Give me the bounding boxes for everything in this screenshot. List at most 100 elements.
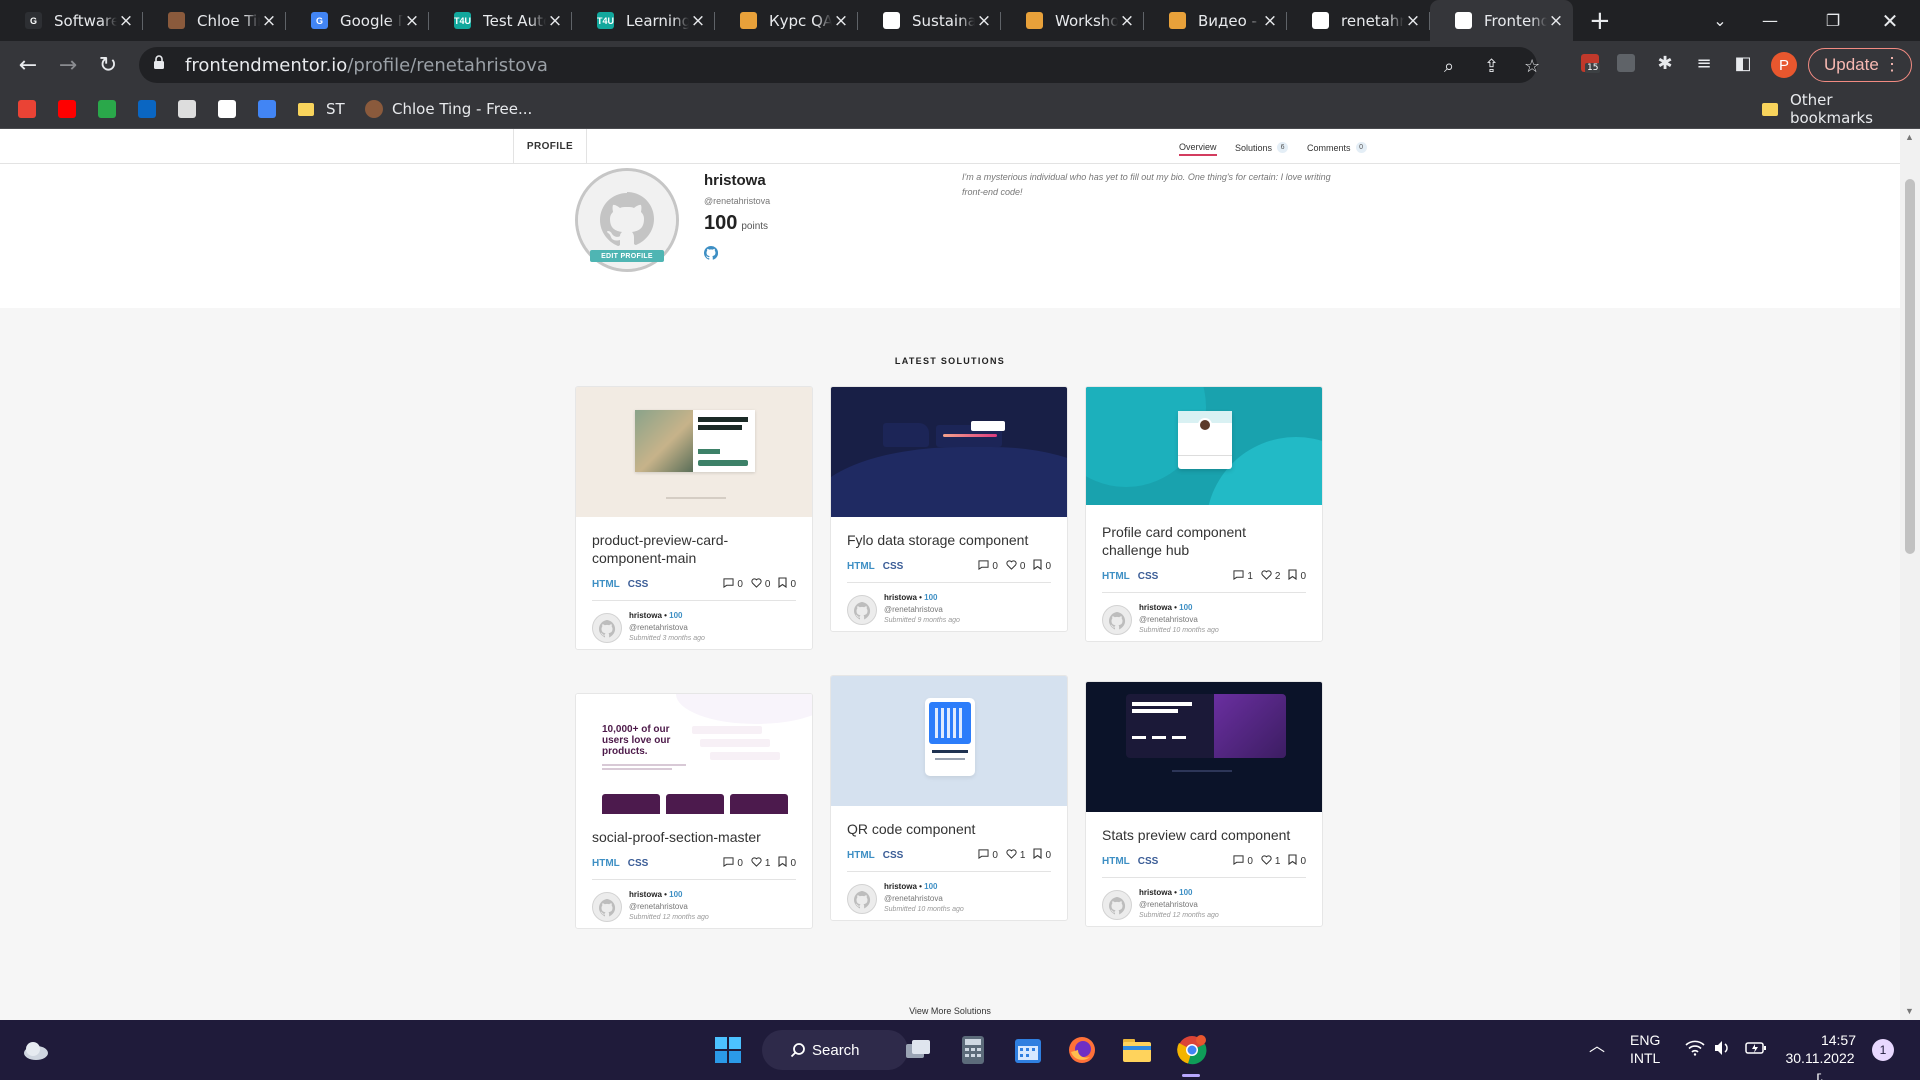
bookmark-item[interactable] (258, 97, 285, 121)
solution-card[interactable]: product-preview-card-component-main HTML C… (575, 386, 813, 650)
wifi-icon[interactable] (1685, 1040, 1705, 1060)
tab-close-icon[interactable]: × (1404, 11, 1422, 31)
tab-close-icon[interactable]: × (117, 11, 135, 31)
browser-tab[interactable]: renetahri × (1287, 0, 1430, 41)
page-scrollbar[interactable]: ▲ ▼ (1900, 129, 1920, 1020)
ublock-extension-icon[interactable]: 15 (1578, 51, 1602, 75)
likes-stat[interactable]: 1 (1261, 854, 1280, 868)
solution-screenshot[interactable] (1086, 387, 1322, 505)
browser-tab[interactable]: Sustainab× (858, 0, 1001, 41)
solution-screenshot[interactable] (576, 387, 812, 517)
zoom-icon[interactable]: ⌕ (1444, 56, 1454, 77)
scroll-up-icon[interactable]: ▲ (1905, 132, 1914, 142)
file-explorer-icon[interactable] (1121, 1034, 1153, 1066)
browser-tab[interactable]: Frontend × (1430, 0, 1573, 41)
new-tab-button[interactable]: + (1589, 6, 1611, 36)
window-close-icon[interactable]: ✕ (1860, 0, 1920, 41)
bookmark-item[interactable] (58, 97, 85, 121)
share-icon[interactable]: ⇪ (1484, 56, 1499, 77)
bookmark-item[interactable]: Chloe Ting - Free... (365, 97, 532, 121)
tab-close-icon[interactable]: × (546, 11, 564, 31)
bookmarks-stat[interactable]: 0 (1288, 569, 1306, 583)
solution-author[interactable]: hristowa • 100 @renetahristova Submitted 1… (576, 880, 812, 928)
likes-stat[interactable]: 0 (1006, 559, 1025, 573)
browser-tab[interactable]: Видео - 2× (1144, 0, 1287, 41)
tab-close-icon[interactable]: × (832, 11, 850, 31)
volume-icon[interactable] (1713, 1040, 1731, 1060)
tab-close-icon[interactable]: × (1118, 11, 1136, 31)
update-button[interactable]: Update ⋮ (1808, 48, 1912, 82)
github-link-icon[interactable] (703, 245, 719, 265)
firefox-icon[interactable] (1066, 1034, 1098, 1066)
solution-title[interactable]: QR code component (831, 820, 1067, 838)
browser-tab[interactable]: Chloe Tin × (143, 0, 286, 41)
browser-tab[interactable]: G Software × (0, 0, 143, 41)
extensions-puzzle-icon[interactable]: ✱ (1653, 51, 1677, 75)
view-more-link[interactable]: View More Solutions (0, 1006, 1900, 1016)
tab-close-icon[interactable]: × (689, 11, 707, 31)
edit-profile-button[interactable]: EDIT PROFILE (590, 250, 664, 262)
bookmark-star-icon[interactable]: ☆ (1524, 56, 1540, 77)
restore-icon[interactable]: ❐ (1803, 0, 1863, 41)
profile-tab[interactable]: PROFILE (513, 129, 587, 164)
solution-screenshot[interactable] (831, 676, 1067, 806)
other-bookmarks[interactable]: Other bookmarks (1762, 91, 1920, 127)
solution-card[interactable]: 10,000+ of our users love our products. s… (575, 693, 813, 929)
solution-author[interactable]: hristowa • 100 @renetahristova Submitted 1… (1086, 593, 1322, 641)
likes-stat[interactable]: 1 (751, 856, 770, 870)
solution-screenshot[interactable]: 10,000+ of our users love our products. (576, 694, 812, 814)
bookmark-item[interactable] (218, 97, 245, 121)
start-windows-icon[interactable] (712, 1034, 744, 1066)
bookmarks-stat[interactable]: 0 (778, 577, 796, 591)
address-bar[interactable]: frontendmentor.io/profile/renetahristova… (139, 47, 1540, 83)
solution-title[interactable]: product-preview-card-component-main (576, 531, 812, 567)
solution-title[interactable]: Profile card component challenge hub (1086, 523, 1322, 559)
weather-icon[interactable] (20, 1034, 52, 1066)
scroll-down-icon[interactable]: ▼ (1905, 1006, 1914, 1016)
likes-stat[interactable]: 0 (751, 577, 770, 591)
browser-tab[interactable]: G Google П × (286, 0, 429, 41)
solution-author[interactable]: hristowa • 100 @renetahristova Submitted 9… (831, 583, 1067, 631)
reload-icon[interactable]: ↻ (92, 49, 124, 81)
task-view-icon[interactable] (902, 1034, 934, 1066)
solution-title[interactable]: Fylo data storage component (831, 531, 1067, 549)
calendar-icon[interactable] (1012, 1034, 1044, 1066)
minimize-icon[interactable]: — (1740, 0, 1800, 41)
tab-close-icon[interactable]: × (403, 11, 421, 31)
bookmark-item[interactable]: ST (298, 97, 345, 121)
back-icon[interactable]: ← (12, 49, 44, 81)
solution-card[interactable]: Profile card component challenge hub HTML… (1085, 386, 1323, 642)
bookmark-item[interactable] (18, 97, 45, 121)
tab-comments[interactable]: Comments 0 (1307, 142, 1367, 153)
likes-stat[interactable]: 2 (1261, 569, 1280, 583)
taskbar-search[interactable]: Search (762, 1030, 908, 1070)
bookmarks-stat[interactable]: 0 (1033, 559, 1051, 573)
browser-tab[interactable]: T4U Learning × (572, 0, 715, 41)
tab-close-icon[interactable]: × (260, 11, 278, 31)
tab-close-icon[interactable]: × (1261, 11, 1279, 31)
solution-screenshot[interactable] (831, 387, 1067, 517)
browser-tab[interactable]: T4U Test Auto × (429, 0, 572, 41)
solution-author[interactable]: hristowa • 100 @renetahristova Submitted 1… (831, 872, 1067, 920)
solution-card[interactable]: QR code component HTML CSS 0 1 0 hristowa • 10… (830, 675, 1068, 921)
forward-icon[interactable]: → (52, 49, 84, 81)
notification-badge[interactable]: 1 (1872, 1039, 1894, 1061)
solution-card[interactable]: Stats preview card component HTML CSS 0 1 0 hr… (1085, 681, 1323, 927)
calculator-icon[interactable] (957, 1034, 989, 1066)
solution-title[interactable]: social-proof-section-master (576, 828, 812, 846)
solution-author[interactable]: hristowa • 100 @renetahristova Submitted 3… (576, 601, 812, 649)
browser-tab[interactable]: Курс QA × (715, 0, 858, 41)
chrome-icon[interactable] (1176, 1034, 1208, 1066)
battery-icon[interactable] (1745, 1040, 1767, 1060)
tab-close-icon[interactable]: × (1547, 11, 1565, 31)
bookmarks-stat[interactable]: 0 (1033, 848, 1051, 862)
tab-close-icon[interactable]: × (975, 11, 993, 31)
solution-screenshot[interactable] (1086, 682, 1322, 812)
tray-overflow-icon[interactable]: ︿ (1589, 1038, 1605, 1056)
side-panel-icon[interactable]: ◧ (1731, 51, 1755, 75)
tab-overview[interactable]: Overview (1179, 142, 1217, 156)
bookmark-item[interactable] (178, 97, 205, 121)
solution-author[interactable]: hristowa • 100 @renetahristova Submitted 1… (1086, 878, 1322, 926)
clock[interactable]: 14:57 30.11.2022 г. (1780, 1031, 1860, 1080)
bookmarks-stat[interactable]: 0 (1288, 854, 1306, 868)
